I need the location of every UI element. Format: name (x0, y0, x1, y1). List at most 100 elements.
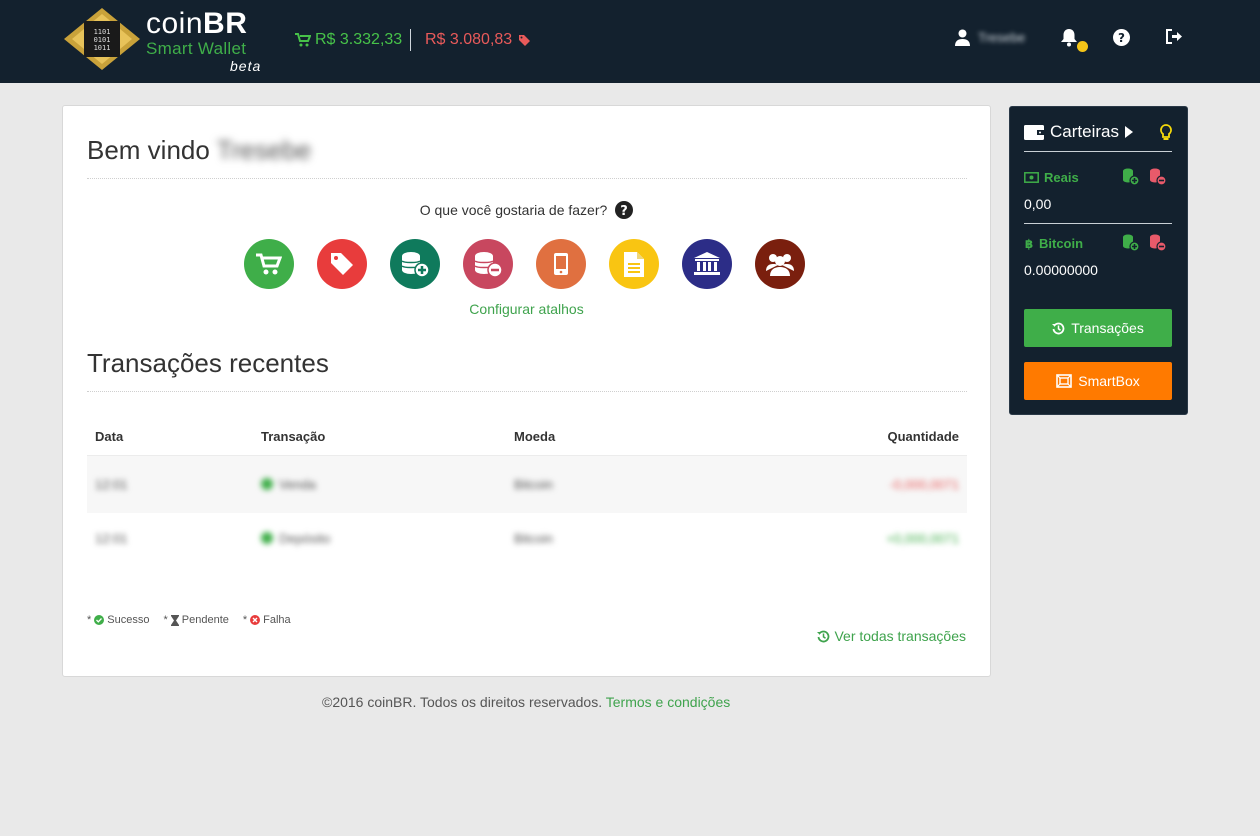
cart-icon (256, 253, 282, 275)
bank-icon (694, 252, 720, 275)
footer-copyright: ©2016 coinBR. Todos os direitos reservad… (322, 694, 603, 710)
table-row[interactable]: 12:01 Venda Bitcoin -0,000,0071 (87, 455, 967, 513)
logout-icon[interactable] (1166, 29, 1183, 44)
bitcoin-icon: ฿ (1025, 237, 1033, 250)
svg-text:1101: 1101 (94, 28, 111, 36)
buy-price-value: R$ 3.332,33 (315, 31, 403, 48)
table-row[interactable]: 12:01 Depósito Bitcoin +0,000,0071 (87, 513, 967, 563)
price-divider (410, 29, 411, 51)
shortcut-withdraw[interactable] (463, 239, 513, 289)
wallet-bitcoin-name[interactable]: ฿ Bitcoin (1024, 236, 1083, 251)
main-panel: Bem vindo Tresebe O que você gostaria de… (62, 105, 991, 677)
shortcut-deposit[interactable] (390, 239, 440, 289)
legend-failure-label: Falha (263, 614, 291, 626)
money-bill-icon (1024, 172, 1039, 183)
brand-beta: beta (230, 58, 262, 74)
history-icon (1052, 322, 1065, 334)
column-header-currency[interactable]: Moeda (506, 419, 706, 456)
column-header-transaction[interactable]: Transação (253, 419, 506, 456)
wallets-title[interactable]: Carteiras (1024, 122, 1133, 142)
transactions-button[interactable]: Transações (1024, 309, 1172, 347)
row-date: 12:01 (95, 530, 128, 546)
see-all-label: Ver todas transações (834, 628, 966, 644)
divider (1024, 223, 1172, 224)
shortcut-group[interactable] (755, 239, 805, 289)
wallets-sidebar: Carteiras Reais 0,00 ฿ Bitcoin 0.0000000… (1009, 106, 1188, 415)
tag-icon (519, 34, 531, 46)
coins-add-icon[interactable] (1122, 168, 1139, 185)
svg-text:?: ? (621, 204, 629, 219)
user-name: Tresebe (978, 30, 1026, 45)
row-transaction-label: Depósito (279, 530, 331, 546)
x-circle-icon (250, 615, 261, 625)
shortcut-document[interactable] (609, 239, 659, 289)
shortcut-buy[interactable] (244, 239, 294, 289)
shortcut-bank[interactable] (682, 239, 732, 289)
svg-text:1011: 1011 (94, 44, 111, 52)
brand[interactable]: coinBR Smart Wallet beta (146, 7, 260, 75)
row-currency: Bitcoin (514, 476, 554, 492)
brand-suffix: BR (203, 7, 248, 40)
legend-success: * Sucesso (87, 614, 150, 626)
divider (1024, 151, 1172, 152)
status-legend: * Sucesso * Pendente * Falha (87, 614, 291, 626)
coinbr-logo-icon[interactable]: 1101 0101 1011 (62, 6, 142, 72)
cart-icon (295, 33, 311, 47)
bell-icon[interactable] (1060, 28, 1078, 47)
legend-pending-label: Pendente (181, 614, 229, 626)
divider (87, 178, 967, 179)
check-circle-icon (94, 615, 105, 625)
row-date: 12:01 (95, 476, 128, 492)
row-transaction: Depósito (261, 531, 498, 546)
success-icon (261, 532, 273, 544)
row-currency: Bitcoin (514, 530, 554, 546)
shortcut-mobile[interactable] (536, 239, 586, 289)
smartbox-button[interactable]: SmartBox (1024, 362, 1172, 400)
footer: ©2016 coinBR. Todos os direitos reservad… (322, 694, 730, 710)
document-icon (624, 251, 644, 277)
column-header-amount[interactable]: Quantidade (706, 419, 967, 456)
history-icon (817, 630, 830, 642)
legend-success-label: Sucesso (107, 614, 150, 626)
transactions-table: Data Transação Moeda Quantidade 12:01 Ve… (87, 419, 967, 563)
coins-add-icon (401, 252, 430, 278)
brand-prefix: coin (146, 7, 204, 40)
lightbulb-icon[interactable] (1160, 124, 1172, 141)
see-all-transactions-link[interactable]: Ver todas transações (817, 628, 966, 644)
wallet-reais-label: Reais (1044, 170, 1079, 185)
caret-right-icon (1124, 126, 1133, 138)
svg-text:0101: 0101 (94, 36, 111, 44)
help-icon[interactable]: ? (1113, 29, 1130, 46)
legend-pending: * Pendente (163, 614, 229, 626)
coins-remove-icon[interactable] (1149, 168, 1166, 185)
coins-add-icon[interactable] (1122, 234, 1139, 251)
user-menu[interactable]: Tresebe (955, 29, 1025, 46)
tag-icon (331, 253, 353, 275)
row-amount: +0,000,0071 (886, 530, 959, 546)
wallet-reais-actions (1122, 168, 1166, 185)
terms-link[interactable]: Termos e condições (606, 694, 731, 710)
wallet-icon (1024, 124, 1044, 140)
shortcut-sell[interactable] (317, 239, 367, 289)
shortcut-list (244, 239, 805, 289)
row-transaction: Venda (261, 477, 498, 492)
question-text: O que você gostaria de fazer? (419, 202, 608, 218)
wallet-reais-balance: 0,00 (1024, 196, 1052, 212)
wallet-bitcoin-balance: 0.00000000 (1024, 262, 1098, 278)
coins-remove-icon (474, 252, 503, 278)
configure-shortcuts-link[interactable]: Configurar atalhos (63, 301, 990, 317)
smartbox-button-label: SmartBox (1078, 373, 1140, 389)
column-header-date[interactable]: Data (87, 419, 253, 456)
sell-price-value: R$ 3.080,83 (425, 31, 513, 48)
svg-text:?: ? (1118, 31, 1125, 45)
coins-remove-icon[interactable] (1149, 234, 1166, 251)
wallet-reais-name[interactable]: Reais (1024, 170, 1079, 185)
top-header: 1101 0101 1011 coinBR Smart Wallet beta … (0, 0, 1260, 83)
help-icon[interactable]: ? (615, 201, 634, 219)
user-icon (955, 29, 970, 46)
row-transaction-label: Venda (279, 476, 316, 492)
legend-failure: * Falha (242, 614, 291, 626)
recent-transactions-title: Transações recentes (87, 348, 329, 378)
welcome-user-name: Tresebe (216, 135, 312, 165)
divider (87, 391, 967, 392)
